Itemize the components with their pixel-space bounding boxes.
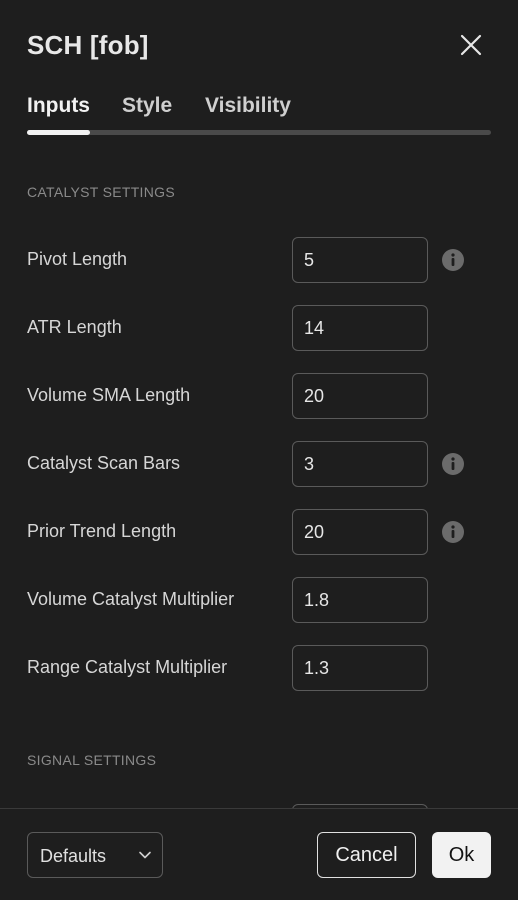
setting-label: ATR Length bbox=[27, 317, 122, 337]
section-title-catalyst: CATALYST SETTINGS bbox=[27, 184, 175, 200]
info-button[interactable] bbox=[441, 520, 465, 544]
setting-label: Volume SMA Length bbox=[27, 385, 191, 405]
tab-style[interactable]: Style bbox=[122, 94, 172, 118]
pivot-length-input[interactable] bbox=[292, 237, 428, 283]
close-icon bbox=[460, 34, 482, 56]
setting-label: Volume Catalyst Multiplier bbox=[27, 589, 235, 609]
active-tab-indicator bbox=[27, 130, 90, 135]
setting-label: Range Catalyst Multiplier bbox=[27, 657, 228, 677]
range-catalyst-multiplier-input[interactable] bbox=[292, 645, 428, 691]
ok-button[interactable]: Ok bbox=[432, 832, 491, 878]
volume-sma-length-input[interactable] bbox=[292, 373, 428, 419]
prior-trend-length-input[interactable] bbox=[292, 509, 428, 555]
volume-catalyst-multiplier-input[interactable] bbox=[292, 577, 428, 623]
info-icon bbox=[442, 249, 464, 271]
setting-row-volume-catalyst-multiplier: Volume Catalyst Multiplier bbox=[0, 577, 518, 623]
defaults-dropdown[interactable]: Defaults bbox=[27, 832, 163, 878]
setting-label: Catalyst Scan Bars bbox=[27, 453, 181, 473]
indicator-settings-dialog: SCH [fob] Inputs Style Visibility CATALY… bbox=[0, 0, 518, 900]
setting-row-prior-trend-length: Prior Trend Length bbox=[0, 509, 518, 555]
tab-visibility[interactable]: Visibility bbox=[205, 94, 291, 118]
atr-length-input[interactable] bbox=[292, 305, 428, 351]
setting-label: Prior Trend Length bbox=[27, 521, 177, 541]
inputs-panel[interactable]: CATALYST SETTINGS Pivot Length ATR Lengt… bbox=[0, 136, 518, 808]
setting-row-range-catalyst-multiplier: Range Catalyst Multiplier bbox=[0, 645, 518, 691]
tab-track bbox=[27, 130, 491, 135]
cancel-button[interactable]: Cancel bbox=[317, 832, 416, 878]
chevron-down-icon bbox=[138, 848, 152, 862]
info-button[interactable] bbox=[441, 452, 465, 476]
close-button[interactable] bbox=[457, 31, 485, 59]
defaults-label: Defaults bbox=[40, 846, 107, 866]
info-icon bbox=[442, 453, 464, 475]
info-button[interactable] bbox=[441, 248, 465, 272]
catalyst-scan-bars-input[interactable] bbox=[292, 441, 428, 487]
section-title-signal: SIGNAL SETTINGS bbox=[27, 752, 157, 768]
setting-row-catalyst-scan-bars: Catalyst Scan Bars bbox=[0, 441, 518, 487]
dialog-title: SCH [fob] bbox=[27, 30, 149, 60]
tab-inputs[interactable]: Inputs bbox=[27, 94, 90, 118]
setting-row-volume-sma-length: Volume SMA Length bbox=[0, 373, 518, 419]
setting-label: Pivot Length bbox=[27, 249, 128, 269]
setting-row-atr-length: ATR Length bbox=[0, 305, 518, 351]
info-icon bbox=[442, 521, 464, 543]
footer-divider bbox=[0, 808, 518, 809]
setting-row-pivot-length: Pivot Length bbox=[0, 237, 518, 283]
